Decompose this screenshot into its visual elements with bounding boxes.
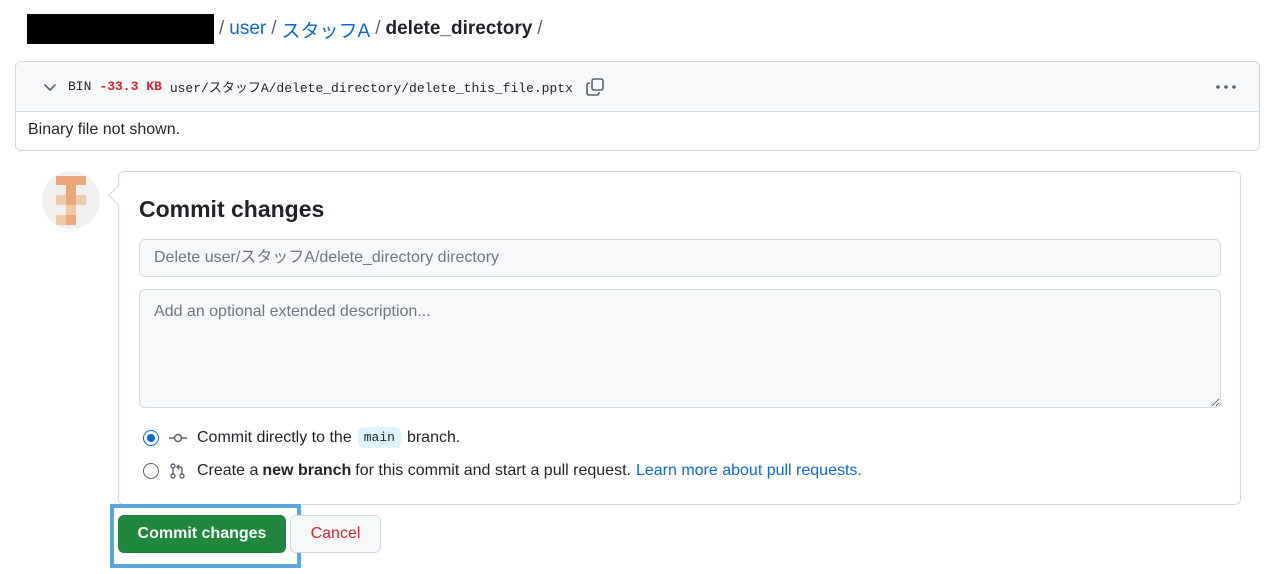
commit-changes-button[interactable]: Commit changes <box>118 515 286 553</box>
new-branch-radio[interactable] <box>143 463 159 479</box>
redacted-owner <box>27 14 214 44</box>
kebab-horizontal-icon[interactable] <box>1215 80 1237 94</box>
new-branch-option[interactable]: Create a new branch for this commit and … <box>143 462 862 480</box>
file-diff-header: BIN -33.3 KB user/スタッフA/delete_directory… <box>16 62 1259 112</box>
new-branch-suffix: for this commit and start a pull request… <box>355 462 631 479</box>
file-size-change: -33.3 KB <box>99 79 162 94</box>
breadcrumb: / user / スタッフA / delete_directory / <box>27 14 548 44</box>
file-type-badge: BIN <box>68 79 92 94</box>
copy-icon[interactable] <box>585 77 605 97</box>
commit-summary-input[interactable] <box>139 239 1221 277</box>
git-commit-icon <box>169 433 187 442</box>
breadcrumb-separator: / <box>219 18 225 39</box>
file-diff: BIN -33.3 KB user/スタッフA/delete_directory… <box>15 61 1260 151</box>
breadcrumb-user-link[interactable]: user <box>229 18 266 40</box>
chevron-down-icon[interactable] <box>42 79 58 95</box>
breadcrumb-separator: / <box>271 18 277 39</box>
file-path: user/スタッフA/delete_directory/delete_this_… <box>169 81 573 96</box>
breadcrumb-separator: / <box>375 18 381 39</box>
git-pull-request-icon <box>170 463 185 479</box>
commit-description-textarea[interactable] <box>139 289 1221 408</box>
breadcrumb-current: delete_directory <box>385 18 533 39</box>
commit-direct-radio[interactable] <box>143 429 159 446</box>
commit-direct-option[interactable]: Commit directly to the main branch. <box>143 427 460 448</box>
commit-form: Commit changes Commit directly to the ma… <box>118 171 1241 505</box>
breadcrumb-separator: / <box>537 18 543 39</box>
new-branch-prefix: Create a <box>197 462 259 479</box>
learn-more-pull-requests-link[interactable]: Learn more about pull requests. <box>636 462 862 480</box>
commit-direct-label: Commit directly to the <box>197 428 352 446</box>
file-diff-body: Binary file not shown. <box>28 121 181 138</box>
branch-name-badge: main <box>357 427 401 448</box>
commit-form-title: Commit changes <box>139 196 325 222</box>
avatar <box>42 171 100 229</box>
cancel-button[interactable]: Cancel <box>290 515 381 553</box>
breadcrumb-folder-link[interactable]: スタッフA <box>282 16 371 43</box>
new-branch-bold: new branch <box>262 462 352 479</box>
commit-direct-suffix: branch. <box>406 428 461 446</box>
